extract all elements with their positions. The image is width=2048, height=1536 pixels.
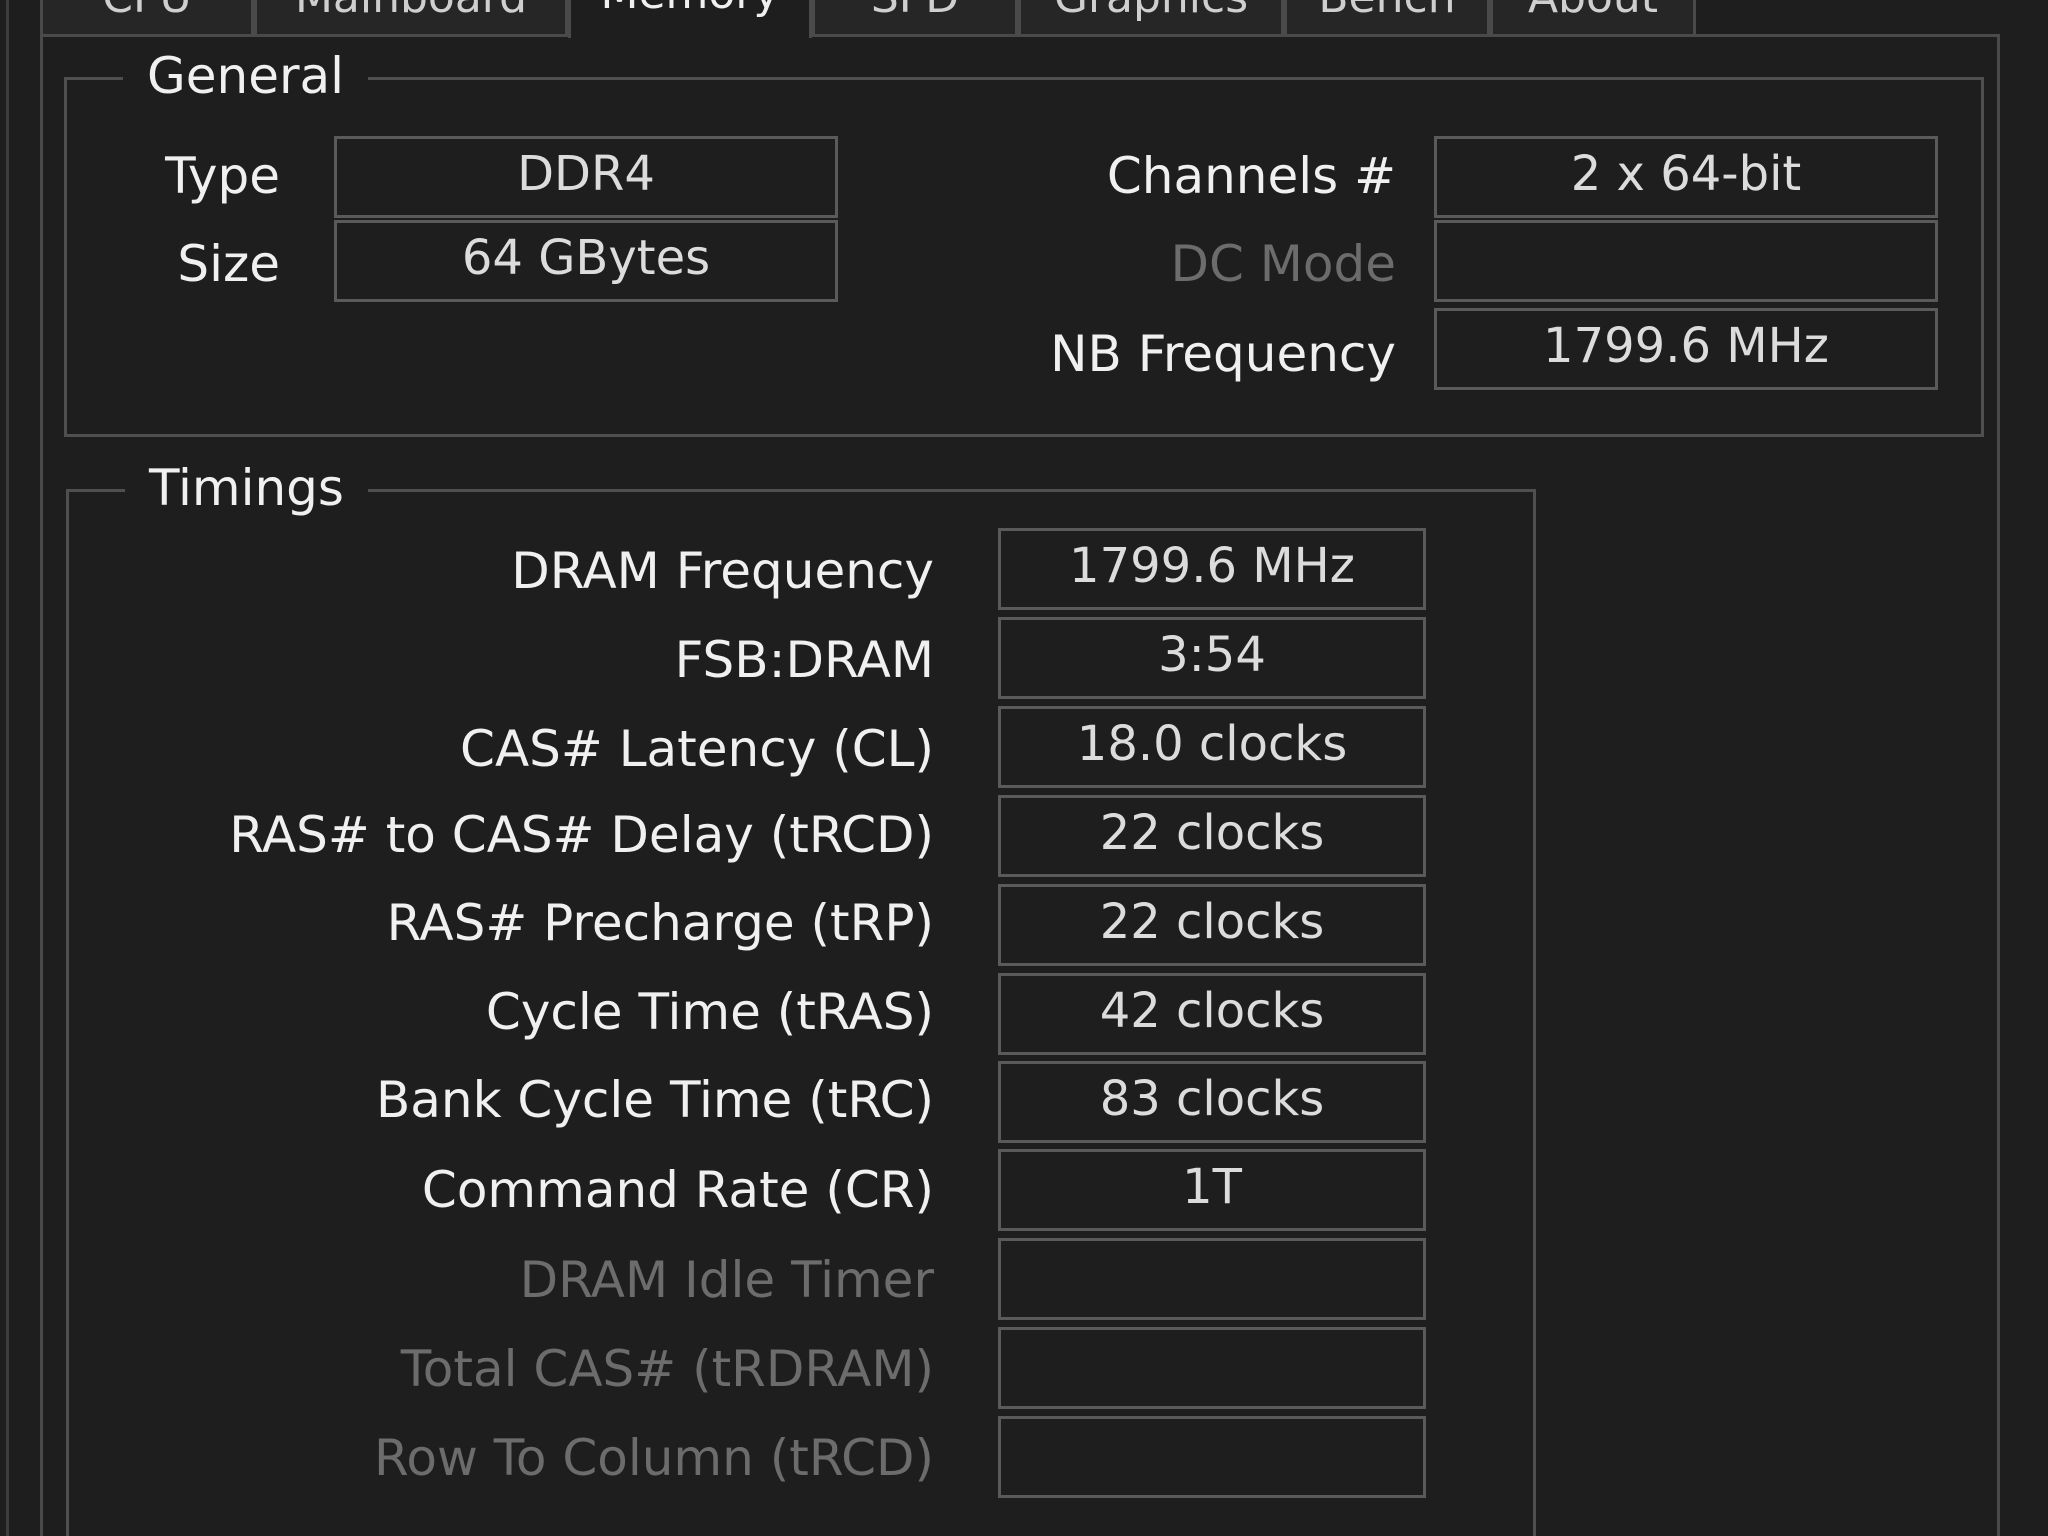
dram-idle-timer-value (998, 1238, 1426, 1320)
tab-spd[interactable]: SPD (812, 0, 1018, 34)
nb-frequency-value: 1799.6 MHz (1434, 308, 1938, 390)
tab-about[interactable]: About (1490, 0, 1696, 34)
total-cas-label: Total CAS# (tRDRAM) (400, 1340, 934, 1398)
size-label: Size (177, 235, 280, 293)
tab-mainboard[interactable]: Mainboard (254, 0, 568, 34)
fsb-dram-value: 3:54 (998, 617, 1426, 699)
tab-memory[interactable]: Memory (568, 0, 812, 38)
cas-latency-value: 18.0 clocks (998, 706, 1426, 788)
total-cas-value (998, 1327, 1426, 1409)
window-left-edge (6, 0, 9, 1536)
bank-cycle-time-label: Bank Cycle Time (tRC) (375, 1071, 934, 1129)
channels-label: Channels # (1106, 147, 1396, 205)
command-rate-label: Command Rate (CR) (421, 1161, 934, 1219)
tab-graphics[interactable]: Graphics (1018, 0, 1284, 34)
row-to-column-label: Row To Column (tRCD) (373, 1429, 934, 1487)
dram-frequency-label: DRAM Frequency (511, 542, 934, 600)
dram-idle-timer-label: DRAM Idle Timer (519, 1251, 934, 1309)
ras-precharge-value: 22 clocks (998, 884, 1426, 966)
dram-frequency-value: 1799.6 MHz (998, 528, 1426, 610)
row-to-column-value (998, 1416, 1426, 1498)
cycle-time-label: Cycle Time (tRAS) (485, 983, 934, 1041)
cas-latency-label: CAS# Latency (CL) (460, 720, 934, 778)
ras-to-cas-delay-value: 22 clocks (998, 795, 1426, 877)
size-value: 64 GBytes (334, 220, 838, 302)
tab-bench[interactable]: Bench (1284, 0, 1490, 34)
ras-to-cas-delay-label: RAS# to CAS# Delay (tRCD) (229, 806, 934, 864)
dc-mode-value (1434, 220, 1938, 302)
dc-mode-label: DC Mode (1170, 235, 1396, 293)
type-value: DDR4 (334, 136, 838, 218)
timings-legend: Timings (125, 456, 368, 520)
tab-cpu[interactable]: CPU (40, 0, 254, 34)
channels-value: 2 x 64-bit (1434, 136, 1938, 218)
fsb-dram-label: FSB:DRAM (674, 631, 934, 689)
cycle-time-value: 42 clocks (998, 973, 1426, 1055)
type-label: Type (165, 147, 280, 205)
ras-precharge-label: RAS# Precharge (tRP) (386, 894, 934, 952)
command-rate-value: 1T (998, 1149, 1426, 1231)
general-legend: General (123, 44, 369, 108)
nb-frequency-label: NB Frequency (1050, 325, 1396, 383)
bank-cycle-time-value: 83 clocks (998, 1061, 1426, 1143)
